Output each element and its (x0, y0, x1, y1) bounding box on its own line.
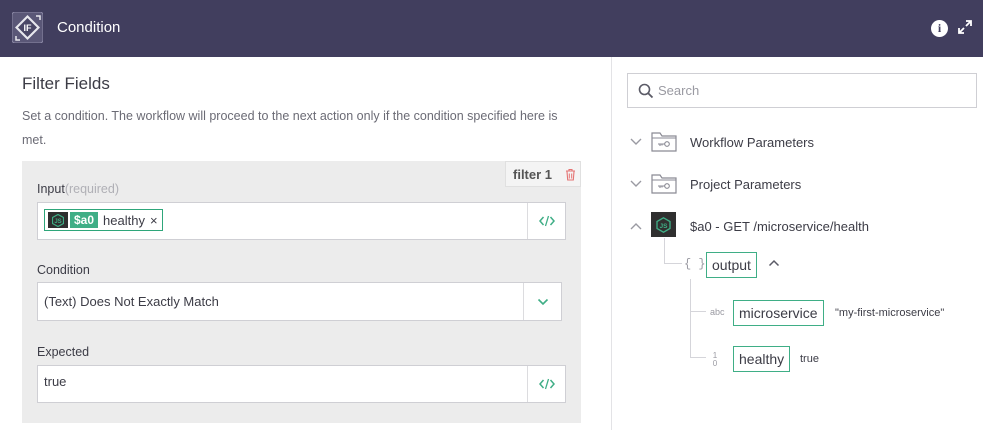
required-hint: (required) (64, 182, 119, 196)
boolean-type-icon: 1 0 (711, 352, 719, 368)
code-toggle-button[interactable] (527, 366, 565, 402)
output-key[interactable]: output (706, 252, 757, 278)
token-remove-icon[interactable]: × (150, 213, 158, 228)
trash-icon[interactable] (565, 168, 576, 181)
folder-key-icon (651, 174, 677, 194)
section-description: Set a condition. The workflow will proce… (22, 109, 558, 147)
condition-label: Condition (37, 263, 90, 277)
nodejs-icon: JS (48, 212, 68, 228)
input-label: Input(required) (37, 182, 119, 196)
token-path: healthy (103, 212, 145, 228)
chevron-down-icon[interactable] (629, 137, 643, 147)
search-box[interactable] (627, 73, 977, 108)
code-toggle-button[interactable] (527, 203, 565, 239)
input-field[interactable]: JS $a0 healthy × (37, 202, 566, 240)
if-condition-icon: IF (12, 12, 43, 43)
app-header: IF Condition i (0, 0, 983, 57)
expand-icon[interactable] (957, 19, 973, 35)
microservice-key[interactable]: microservice (733, 300, 824, 326)
string-type-icon: abc (710, 307, 725, 317)
boolean-type-bottom: 0 (712, 359, 718, 368)
chevron-down-icon[interactable] (629, 179, 643, 189)
tree-item-workflow-parameters[interactable]: Workflow Parameters (690, 135, 814, 150)
condition-select[interactable]: (Text) Does Not Exactly Match (37, 282, 562, 321)
svg-text:IF: IF (24, 23, 33, 33)
microservice-value: "my-first-microservice" (835, 307, 945, 319)
nodejs-icon: JS (651, 212, 676, 237)
condition-value: (Text) Does Not Exactly Match (44, 294, 219, 309)
tree-item-a0-step[interactable]: $a0 - GET /microservice/health (690, 219, 869, 234)
filter-tag: filter 1 (505, 161, 581, 187)
expected-value: true (44, 374, 67, 389)
chevron-down-icon (537, 298, 548, 305)
input-label-text: Input (37, 182, 65, 196)
object-braces-icon: { } (684, 257, 706, 271)
tree-connector (690, 312, 706, 358)
tree-connector (664, 238, 682, 264)
search-input[interactable] (658, 74, 968, 107)
section-title: Filter Fields (22, 74, 110, 93)
condition-dropdown-button[interactable] (523, 283, 561, 320)
svg-text:JS: JS (54, 219, 61, 225)
expected-label: Expected (37, 345, 90, 359)
page-title: Condition (57, 19, 121, 36)
folder-key-icon (651, 132, 677, 152)
panel-divider (611, 57, 612, 430)
variable-token[interactable]: JS $a0 healthy × (44, 209, 163, 231)
tree-connector (690, 279, 706, 312)
token-variable: $a0 (70, 212, 99, 228)
info-icon[interactable]: i (931, 20, 948, 37)
healthy-key[interactable]: healthy (733, 346, 791, 372)
chevron-up-icon[interactable] (768, 259, 780, 267)
code-icon (538, 215, 555, 227)
code-icon (538, 378, 555, 390)
expected-field[interactable]: true (37, 365, 566, 403)
filter-tag-label: filter 1 (513, 166, 553, 182)
healthy-value: true (800, 353, 819, 365)
chevron-up-icon[interactable] (629, 221, 643, 231)
tree-item-project-parameters[interactable]: Project Parameters (690, 177, 801, 192)
svg-text:JS: JS (660, 223, 669, 230)
search-icon (638, 83, 654, 99)
